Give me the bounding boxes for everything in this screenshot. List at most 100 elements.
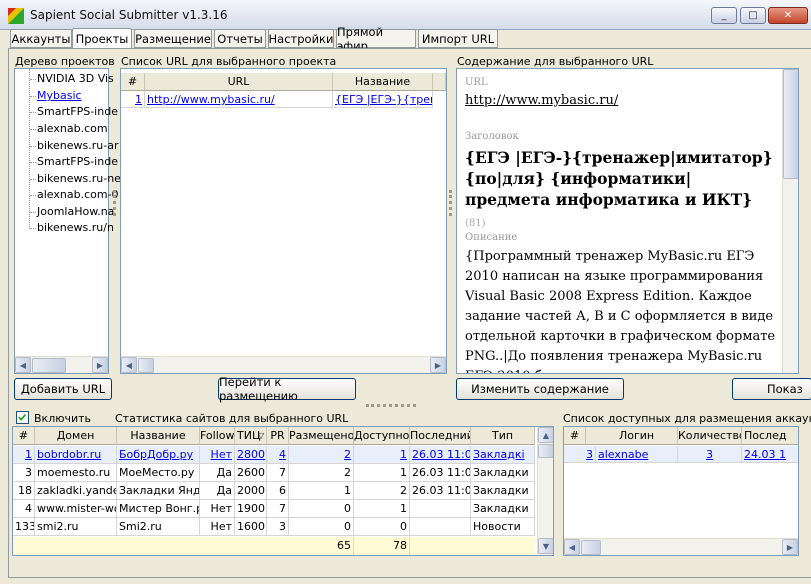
url-list[interactable]: # URL Название 1 http://www.mybasic.ru/ …: [120, 68, 447, 374]
scroll-left-icon[interactable]: ◀: [121, 357, 137, 373]
cell-available[interactable]: 1: [354, 446, 410, 464]
maximize-button[interactable]: □: [740, 7, 766, 24]
cell-pr: 3: [267, 518, 289, 536]
cell-placed[interactable]: 2: [289, 446, 354, 464]
table-row[interactable]: 3 alexnabe 3 24.03 1: [564, 446, 798, 463]
cell-follow[interactable]: Нет: [200, 446, 235, 464]
col-header[interactable]: PR: [267, 427, 289, 445]
site-stats-table[interactable]: # Домен Название Follow ТИЦ ▽ PR Размещен…: [12, 426, 554, 556]
cell-num[interactable]: 1: [121, 91, 145, 108]
tree-item-selected[interactable]: Mybasic: [37, 89, 82, 102]
content-viewer[interactable]: URL http://www.mybasic.ru/ Заголовок {ЕГ…: [456, 68, 799, 374]
enable-checkbox[interactable]: [16, 411, 29, 424]
cell-available: 1: [354, 500, 410, 518]
cell-num[interactable]: 1: [13, 446, 35, 464]
tree-item[interactable]: bikenews.ru/n: [37, 221, 114, 234]
tab-placement[interactable]: Размещение: [134, 29, 212, 48]
accounts-table[interactable]: # Логин Количество Послед 3 alexnabe 3 2…: [563, 426, 799, 556]
content-vscrollbar[interactable]: [782, 69, 798, 373]
cell-pr[interactable]: 4: [267, 446, 289, 464]
table-row[interactable]: 1 bobrdobr.ru БобрДобр.ру Нет 2800 4 2 1 26.03 1…: [13, 446, 535, 464]
table-row[interactable]: 4www.mister-wonМистер Вонг.руНет1900701 З…: [13, 500, 535, 518]
tree-item[interactable]: NVIDIA 3D Vis: [37, 72, 114, 85]
scroll-up-icon[interactable]: ▲: [538, 427, 553, 443]
tree-item[interactable]: bikenews.ru-ar: [37, 139, 118, 152]
scroll-thumb[interactable]: [32, 358, 66, 373]
cell-type[interactable]: Закладкі: [471, 446, 535, 464]
tree-item[interactable]: JoomlaHow.na: [37, 205, 114, 218]
show-button[interactable]: Показ: [732, 378, 811, 400]
col-header[interactable]: Название: [117, 427, 200, 445]
tab-import-url[interactable]: Импорт URL: [418, 29, 498, 48]
cell-name[interactable]: БобрДобр.ру: [117, 446, 200, 464]
cell-url[interactable]: http://www.mybasic.ru/: [145, 91, 333, 108]
col-header[interactable]: Follow: [200, 427, 235, 445]
col-header[interactable]: Доступно: [354, 427, 410, 445]
splitter-handle-horizontal[interactable]: [366, 404, 416, 407]
scroll-left-icon[interactable]: ◀: [564, 539, 580, 555]
table-row[interactable]: 18zakladki.yandexЗакладки ЯндеДа20006122…: [13, 482, 535, 500]
col-header[interactable]: Послед: [742, 427, 798, 445]
cell-last[interactable]: 26.03 11:03: [410, 446, 471, 464]
col-header[interactable]: Логин: [596, 427, 678, 445]
col-header[interactable]: Домен: [35, 427, 117, 445]
content-url[interactable]: http://www.mybasic.ru/: [465, 93, 618, 108]
col-header-url[interactable]: URL: [145, 73, 333, 91]
cell-login[interactable]: alexnabe: [596, 446, 678, 463]
accounts-hscrollbar[interactable]: ◀ ▶: [564, 538, 798, 555]
scroll-right-icon[interactable]: ▶: [782, 539, 798, 555]
project-tree[interactable]: NVIDIA 3D Vis Mybasic SmartFPS-inde alex…: [14, 68, 121, 374]
tree-item[interactable]: alexnab.com-0: [37, 188, 119, 201]
scroll-down-icon[interactable]: ▼: [538, 538, 553, 554]
col-header-num[interactable]: #: [121, 73, 145, 91]
cell-name[interactable]: {ЕГЭ |ЕГЭ-}{тренаж: [333, 91, 433, 108]
col-header[interactable]: Тип: [471, 427, 535, 445]
scroll-right-icon[interactable]: ▶: [92, 357, 108, 373]
scroll-left-icon[interactable]: ◀: [15, 357, 31, 373]
cell-last: [410, 518, 471, 536]
tree-item[interactable]: alexnab.com: [37, 122, 108, 135]
col-header[interactable]: Размещено: [289, 427, 354, 445]
stats-vscrollbar[interactable]: ▲ ▼: [537, 427, 553, 555]
add-url-button[interactable]: Добавить URL: [14, 378, 112, 400]
col-header-name[interactable]: Название: [333, 73, 433, 91]
tab-live[interactable]: Прямой эфир: [336, 25, 416, 53]
scroll-right-icon[interactable]: ▶: [430, 357, 446, 373]
splitter-handle[interactable]: [113, 190, 116, 216]
cell-num[interactable]: 3: [564, 446, 596, 463]
cell-available: 0: [354, 518, 410, 536]
tree-item[interactable]: SmartFPS-inde: [37, 105, 118, 118]
scroll-thumb[interactable]: [581, 540, 601, 555]
minimize-button[interactable]: _: [711, 7, 737, 24]
goto-placement-button[interactable]: Перейти к размещению: [218, 375, 356, 403]
cell-follow: Да: [200, 464, 235, 482]
col-header-sorted[interactable]: ТИЦ ▽: [235, 427, 267, 445]
col-header[interactable]: #: [13, 427, 35, 445]
scroll-thumb[interactable]: [138, 358, 154, 373]
tree-item[interactable]: bikenews.ru-ne: [37, 172, 121, 185]
table-row[interactable]: 133 smi2.ru Smi2.ru Нет 1600 3 0 0 Новости: [13, 518, 535, 536]
tab-projects[interactable]: Проекты: [72, 28, 132, 49]
table-row[interactable]: 1 http://www.mybasic.ru/ {ЕГЭ |ЕГЭ-}{тре…: [121, 91, 433, 108]
cell-tic[interactable]: 2800: [235, 446, 267, 464]
content-heading: {ЕГЭ |ЕГЭ-}{тренажер|имитатор} {по|для} …: [465, 148, 773, 229]
tab-accounts[interactable]: Аккаунты: [10, 29, 72, 48]
cell-count[interactable]: 3: [678, 446, 742, 463]
tab-reports[interactable]: Отчеты: [214, 29, 266, 48]
col-header[interactable]: Последний: [410, 427, 471, 445]
tree-hscrollbar[interactable]: ◀ ▶: [15, 356, 108, 373]
col-header[interactable]: #: [564, 427, 586, 445]
url-hscrollbar[interactable]: ◀ ▶: [121, 356, 446, 373]
cell-last[interactable]: 24.03 1: [742, 446, 798, 463]
tab-settings[interactable]: Настройки: [268, 29, 334, 48]
scroll-thumb[interactable]: [538, 444, 553, 458]
tree-item[interactable]: SmartFPS-inde: [37, 155, 118, 168]
close-button[interactable]: ✕: [768, 7, 808, 24]
edit-content-button[interactable]: Изменить содержание: [456, 378, 624, 400]
table-row[interactable]: 3 moemesto.ru МоеМесто.ру Да 2600 7 2 1 26.03 11…: [13, 464, 535, 482]
cell-domain[interactable]: bobrdobr.ru: [35, 446, 117, 464]
scroll-thumb[interactable]: [783, 69, 798, 179]
cell-follow: Нет: [200, 518, 235, 536]
col-header[interactable]: Количество: [678, 427, 742, 445]
splitter-handle[interactable]: [449, 190, 452, 216]
